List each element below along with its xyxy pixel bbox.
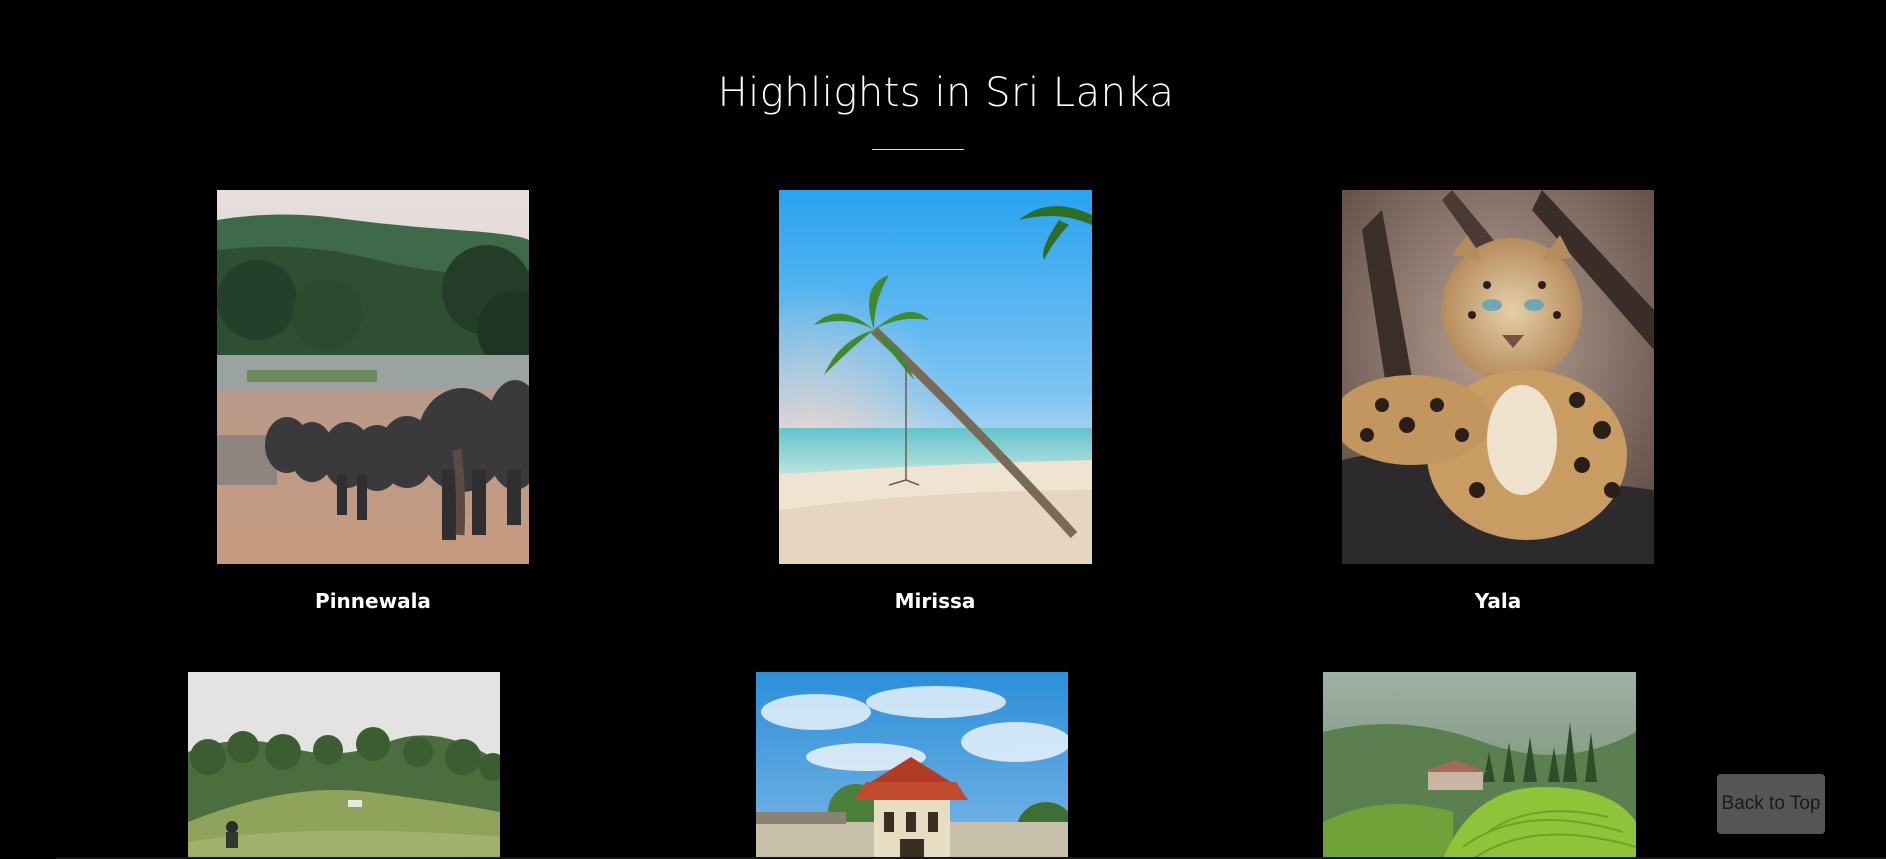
highlight-image-hillside[interactable] xyxy=(188,672,500,859)
palm-beach-photo xyxy=(779,190,1092,564)
tea-plantation-photo xyxy=(1323,672,1636,859)
highlight-image-pinnewala[interactable] xyxy=(217,190,529,564)
elephants-photo xyxy=(217,190,529,564)
leopard-photo xyxy=(1342,190,1654,564)
page: Highlights in Sri Lanka Pinnewala Miriss… xyxy=(0,0,1886,859)
highlight-caption-mirissa: Mirissa xyxy=(894,589,976,613)
highlight-image-tea-plantation[interactable] xyxy=(1323,672,1636,859)
temple-photo xyxy=(756,672,1068,859)
highlight-caption-yala: Yala xyxy=(1474,589,1522,613)
page-title: Highlights in Sri Lanka xyxy=(717,69,1175,116)
highlight-image-mirissa[interactable] xyxy=(779,190,1092,564)
back-to-top-button[interactable]: Back to Top xyxy=(1717,774,1825,834)
title-divider xyxy=(872,149,964,150)
highlight-image-temple[interactable] xyxy=(756,672,1068,859)
hillside-photo xyxy=(188,672,500,859)
highlight-image-yala[interactable] xyxy=(1342,190,1654,564)
highlight-caption-pinnewala: Pinnewala xyxy=(315,589,431,613)
